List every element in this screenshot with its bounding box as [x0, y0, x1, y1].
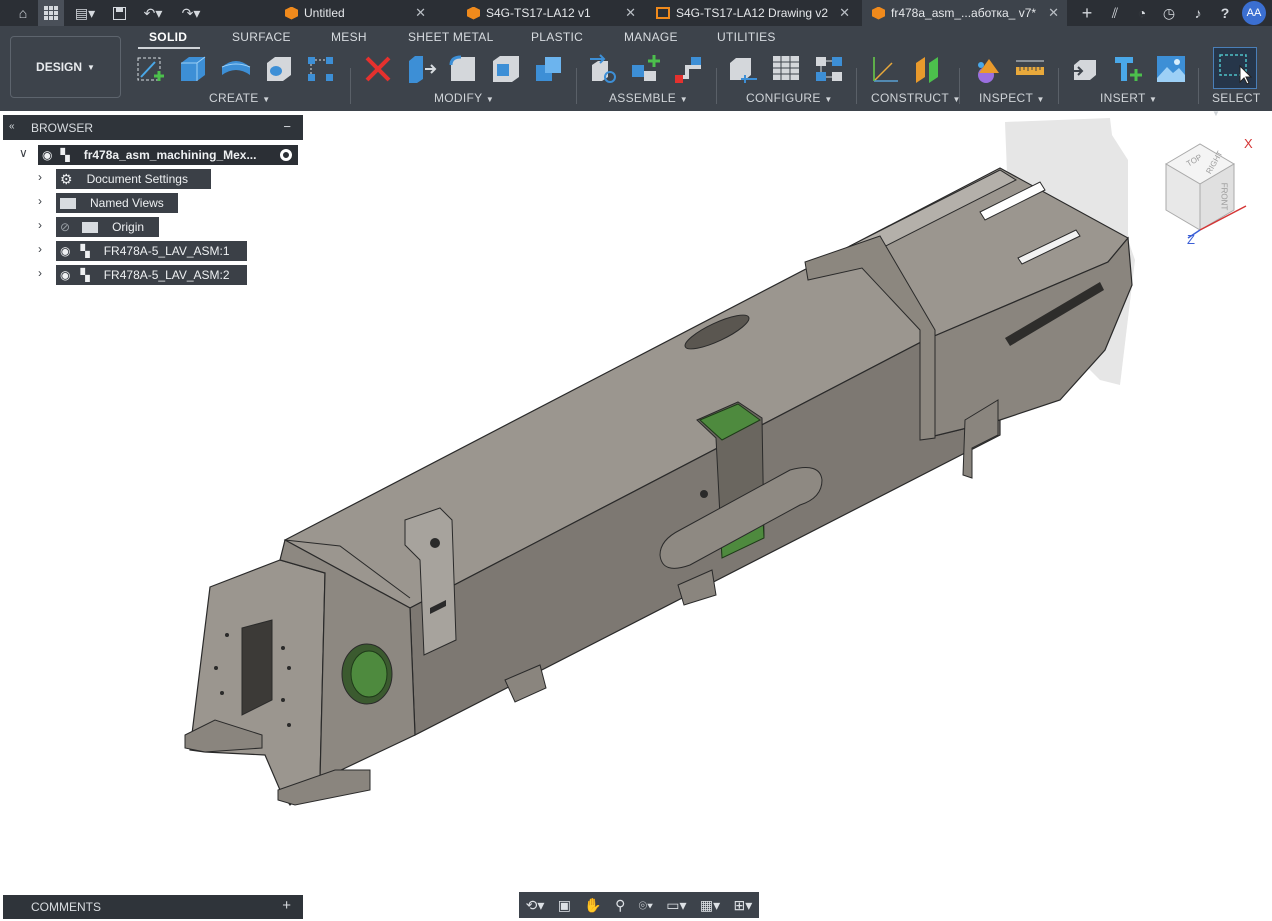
fusion-app-window: ⌂ ▤▾ ↶▾ ↷▾ Untitled ✕ S4G-TS17-LA12 v1 ✕… [0, 0, 1272, 921]
navigation-toolbar: ⟲▾ ▣ ✋ ⚲ ⌾▾ ▭▾ ▦▾ ⊞▾ [519, 892, 759, 918]
browser-title: BROWSER [31, 121, 94, 135]
chevron-down-icon[interactable]: ∨ [19, 146, 28, 160]
tree-item-label: Named Views [90, 196, 164, 210]
chevron-right-icon[interactable]: › [38, 266, 42, 280]
chevron-right-icon[interactable]: › [38, 218, 42, 232]
eye-visibility-icon[interactable]: ◉ [60, 244, 70, 258]
browser-item-named-views[interactable]: Named Views [56, 193, 178, 213]
tree-item-label: Origin [112, 220, 145, 234]
eye-visibility-icon[interactable]: ◉ [42, 148, 52, 162]
collapse-panel-icon[interactable]: « [9, 121, 15, 132]
browser-item-document-settings[interactable]: ⚙ Document Settings [56, 169, 211, 189]
grid-snaps-icon[interactable]: ▦▾ [700, 897, 720, 914]
zoom-icon[interactable]: ⚲ [615, 897, 625, 914]
lever-hole [430, 538, 440, 548]
display-settings-icon[interactable]: ▭▾ [666, 897, 686, 914]
chevron-right-icon[interactable]: › [38, 170, 42, 184]
gear-icon: ⚙ [60, 170, 73, 187]
comments-panel-header[interactable]: COMMENTS + [3, 895, 303, 919]
folder-icon [82, 221, 99, 233]
linked-component-icon: ▚ [80, 268, 90, 282]
tree-item-label: FR478A-5_LAV_ASM:1 [103, 244, 230, 258]
chevron-right-icon[interactable]: › [38, 242, 42, 256]
eye-hidden-icon[interactable]: ⊘ [60, 220, 70, 234]
root-node-label: fr478a_asm_machining_Mex... [83, 148, 257, 162]
chevron-right-icon[interactable]: › [38, 194, 42, 208]
eye-visibility-icon[interactable]: ◉ [60, 268, 70, 282]
look-at-icon[interactable]: ▣ [558, 897, 571, 914]
add-comment-icon[interactable]: + [282, 897, 291, 914]
axis-x-label: X [1244, 136, 1253, 151]
browser-item-origin[interactable]: ⊘ Origin [56, 217, 159, 237]
tree-item-label: Document Settings [86, 172, 188, 186]
minimize-panel-icon[interactable]: − [283, 119, 291, 134]
view-cube-graphic [1165, 143, 1247, 239]
view-cube[interactable]: TOP FRONT RIGHT X Z [1158, 134, 1264, 254]
browser-item-component-2[interactable]: ◉ ▚ FR478A-5_LAV_ASM:2 [56, 265, 247, 285]
tree-item-label: FR478A-5_LAV_ASM:2 [103, 268, 230, 282]
linked-component-icon: ▚ [80, 244, 90, 258]
axis-z-label: Z [1187, 232, 1195, 247]
browser-panel-header[interactable]: « BROWSER − [3, 115, 303, 140]
activate-radio-icon[interactable] [280, 149, 292, 161]
browser-item-component-1[interactable]: ◉ ▚ FR478A-5_LAV_ASM:1 [56, 241, 247, 261]
fit-icon[interactable]: ⌾▾ [639, 897, 653, 914]
folder-icon [60, 197, 76, 209]
browser-root-node[interactable]: ◉ ▚ fr478a_asm_machining_Mex... [38, 145, 298, 165]
orbit-icon[interactable]: ⟲▾ [526, 897, 545, 914]
pan-hand-icon[interactable]: ✋ [584, 897, 601, 914]
round-port-inner [350, 650, 388, 698]
assembly-icon: ▚ [60, 148, 70, 162]
comments-title: COMMENTS [31, 900, 101, 914]
viewports-icon[interactable]: ⊞▾ [733, 897, 752, 914]
front-window-cutout [241, 619, 273, 716]
viewcube-face-front[interactable]: FRONT [1219, 183, 1228, 211]
